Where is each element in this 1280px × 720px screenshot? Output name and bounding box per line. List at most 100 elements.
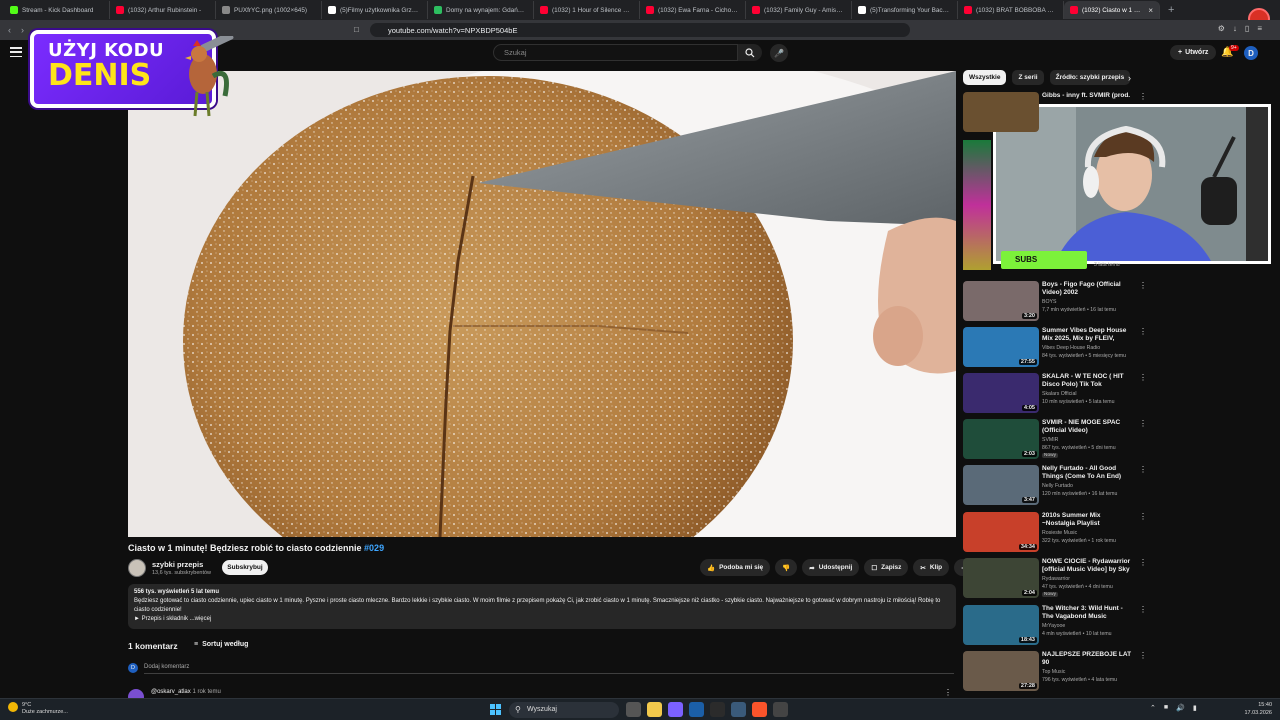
task-view-icon[interactable] <box>626 702 641 717</box>
video-hashtag[interactable]: #029 <box>364 543 384 553</box>
recommended-video[interactable]: 27:55 Summer Vibes Deep House Mix 2025, M… <box>963 327 1147 367</box>
like-button[interactable]: 👍 Podoba mi się <box>700 559 771 576</box>
search-button[interactable] <box>738 44 762 61</box>
file-explorer-icon[interactable] <box>647 702 662 717</box>
battery-icon[interactable]: ▮ <box>1193 704 1197 712</box>
downloads-icon[interactable]: ↓ <box>1233 24 1237 33</box>
recommended-menu-icon[interactable]: ⋮ <box>1139 651 1147 660</box>
recommended-channel[interactable]: SVMIR <box>1042 437 1058 443</box>
filter-chip[interactable]: Źródło: szybki przepis <box>1049 70 1131 85</box>
browser-tab[interactable]: (1032) BRAT BOBBOBA PYTA <box>958 1 1064 19</box>
voice-search-button[interactable]: 🎤 <box>770 44 788 62</box>
recommended-menu-icon[interactable]: ⋮ <box>1139 92 1147 101</box>
subscribe-button[interactable]: Subskrybuj <box>222 560 268 575</box>
description-more-row: ► Przepis i składnik ...więcej <box>134 615 950 624</box>
add-comment-input[interactable]: Dodaj komentarz <box>144 664 954 674</box>
clip-button[interactable]: ✂ Klip <box>913 559 950 576</box>
comment-author[interactable]: @oskarv_atlax <box>151 689 191 695</box>
recommended-menu-icon[interactable]: ⋮ <box>1139 605 1147 614</box>
hamburger-icon[interactable] <box>10 47 22 57</box>
xbox-icon[interactable] <box>731 702 746 717</box>
recommended-title: NAJLEPSZE PRZEBOJE LAT 90 <box>1042 651 1132 667</box>
channel-avatar[interactable] <box>128 559 146 577</box>
browser-tab[interactable]: (1032) 1 Hour of Silence Occe <box>534 1 640 19</box>
recommended-channel[interactable]: Rydawarrior <box>1042 576 1070 582</box>
steam-icon[interactable] <box>689 702 704 717</box>
brave-browser-icon[interactable] <box>752 702 767 717</box>
description-more-link[interactable]: ...więcej <box>190 616 212 622</box>
tab-close-icon[interactable]: × <box>1148 6 1153 15</box>
volume-icon[interactable]: 🔊 <box>1176 704 1185 712</box>
taskbar-search[interactable]: ⚲ Wyszukaj <box>509 702 619 718</box>
recommended-title: SKALAR - W TE NOC ( HIT Disco Polo) Tik … <box>1042 373 1124 389</box>
recommended-channel[interactable]: BOYS <box>1042 299 1056 305</box>
obs-icon[interactable] <box>773 702 788 717</box>
share-button[interactable]: ➦ Udostępnij <box>802 559 860 576</box>
recommended-video[interactable]: 18:43 The Witcher 3: Wild Hunt - The Vaga… <box>963 605 1147 645</box>
url-field[interactable]: youtube.com/watch?v=NPXBDP504bE <box>370 23 910 37</box>
search-input[interactable]: Szukaj <box>493 44 738 61</box>
create-button[interactable]: + Utwórz <box>1170 45 1217 60</box>
recommended-menu-icon[interactable]: ⋮ <box>1139 512 1147 521</box>
menu-icon[interactable]: ≡ <box>1257 24 1262 33</box>
comment-menu-icon[interactable]: ⋮ <box>944 688 952 697</box>
recommended-channel[interactable]: Skalars Official <box>1042 391 1077 397</box>
video-player[interactable] <box>128 71 956 537</box>
recommended-menu-icon[interactable]: ⋮ <box>1139 373 1147 382</box>
browser-tab[interactable]: (1032) Ciasto w 1 minutę× <box>1064 1 1160 19</box>
taskbar-search-label: Wyszukaj <box>527 706 557 713</box>
recommended-channel[interactable]: Rosieste Music <box>1042 530 1077 536</box>
browser-tab[interactable]: Stream - Kick Dashboard <box>4 1 110 19</box>
recommended-menu-icon[interactable]: ⋮ <box>1139 327 1147 336</box>
recommended-channel[interactable]: MrYayooe <box>1042 623 1065 629</box>
tab-favicon-icon <box>116 6 124 14</box>
forward-icon[interactable]: › <box>21 25 24 35</box>
save-label: Zapisz <box>881 564 902 571</box>
recommended-video-first[interactable]: Gibbs - inny ft. SVMIR (prod. ⋮ <box>963 92 1147 132</box>
recommended-menu-icon[interactable]: ⋮ <box>1139 465 1147 474</box>
recommended-menu-icon[interactable]: ⋮ <box>1139 281 1147 290</box>
browser-tab[interactable]: (1032) Family Guy - Amish Ba <box>746 1 852 19</box>
recommended-menu-icon[interactable]: ⋮ <box>1139 558 1147 567</box>
recommended-video[interactable]: 3:20 Boys - Figo Fago (Official Video) 20… <box>963 281 1147 321</box>
windows-start-icon[interactable] <box>490 704 501 715</box>
back-icon[interactable]: ‹ <box>8 25 11 35</box>
dislike-button[interactable]: 👎 <box>775 559 798 576</box>
capcut-icon[interactable] <box>710 702 725 717</box>
browser-tab[interactable]: (5)Filmy użytkownika Grzegorz <box>322 1 428 19</box>
new-tab-icon[interactable]: + <box>1168 4 1174 16</box>
recommended-channel[interactable]: Vibes Deep House Radio <box>1042 345 1100 351</box>
channel-name[interactable]: szybki przepis <box>152 560 203 569</box>
recommended-video[interactable]: 27:28 NAJLEPSZE PRZEBOJE LAT 90 Top Music 7… <box>963 651 1147 691</box>
recommended-menu-icon[interactable]: ⋮ <box>1139 419 1147 428</box>
bookmark-icon: ☐ <box>871 564 878 572</box>
browser-tab[interactable]: Domy na wynajem: Gdańsk, p <box>428 1 534 19</box>
save-button[interactable]: ☐ Zapisz <box>864 559 909 576</box>
system-clock[interactable]: 15:40 17.03.2026 <box>1242 701 1272 717</box>
browser-tab[interactable]: (1032) Arthur Rubinstein - <box>110 1 216 19</box>
network-icon[interactable]: ■ <box>1164 704 1168 712</box>
recommended-channel[interactable]: Nelly Furtado <box>1042 483 1073 489</box>
recommended-video[interactable]: 2:04 NOWE CIOCIE - Rydawarrior [official … <box>963 558 1147 598</box>
extensions-icon[interactable]: ⚙ <box>1218 24 1225 33</box>
filter-chip[interactable]: Wszystkie <box>963 70 1007 85</box>
recommended-video[interactable]: 3:47 Nelly Furtado - All Good Things (Com… <box>963 465 1147 505</box>
sort-comments-button[interactable]: ≡ Sortuj według <box>194 641 248 648</box>
weather-widget[interactable]: 9°C Duże zachmurze... <box>8 702 68 716</box>
account-avatar[interactable]: D <box>1244 46 1258 60</box>
recommended-video[interactable]: 4:05 SKALAR - W TE NOC ( HIT Disco Polo) … <box>963 373 1147 413</box>
recommended-video[interactable]: 34:34 2010s Summer Mix ~Nostalgia Playlis… <box>963 512 1147 552</box>
browser-tab[interactable]: (5)Transforming Your Backyard <box>852 1 958 19</box>
recommended-thumbnail: 3:47 <box>963 465 1039 505</box>
browser-tab[interactable]: PUXfrYC.png (1002×645) <box>216 1 322 19</box>
browser-tab[interactable]: (1032) Ewa Farna - Cicho HOO <box>640 1 746 19</box>
sidebar-icon[interactable]: ▯ <box>1245 24 1249 33</box>
recommended-video[interactable]: 2:03 SVMIR - NIE MOGE SPAĆ (Official Vide… <box>963 419 1147 459</box>
video-description[interactable]: 556 tys. wyświetleń 5 lat temu Będziesz … <box>128 584 956 629</box>
chips-next-icon[interactable]: › <box>1128 73 1131 83</box>
tray-chevron-icon[interactable]: ⌃ <box>1150 704 1156 712</box>
bookmark-icon[interactable]: □ <box>354 25 359 34</box>
filter-chip[interactable]: Z serii <box>1012 70 1044 85</box>
discord-icon[interactable] <box>668 702 683 717</box>
recommended-channel[interactable]: Top Music <box>1042 669 1065 675</box>
